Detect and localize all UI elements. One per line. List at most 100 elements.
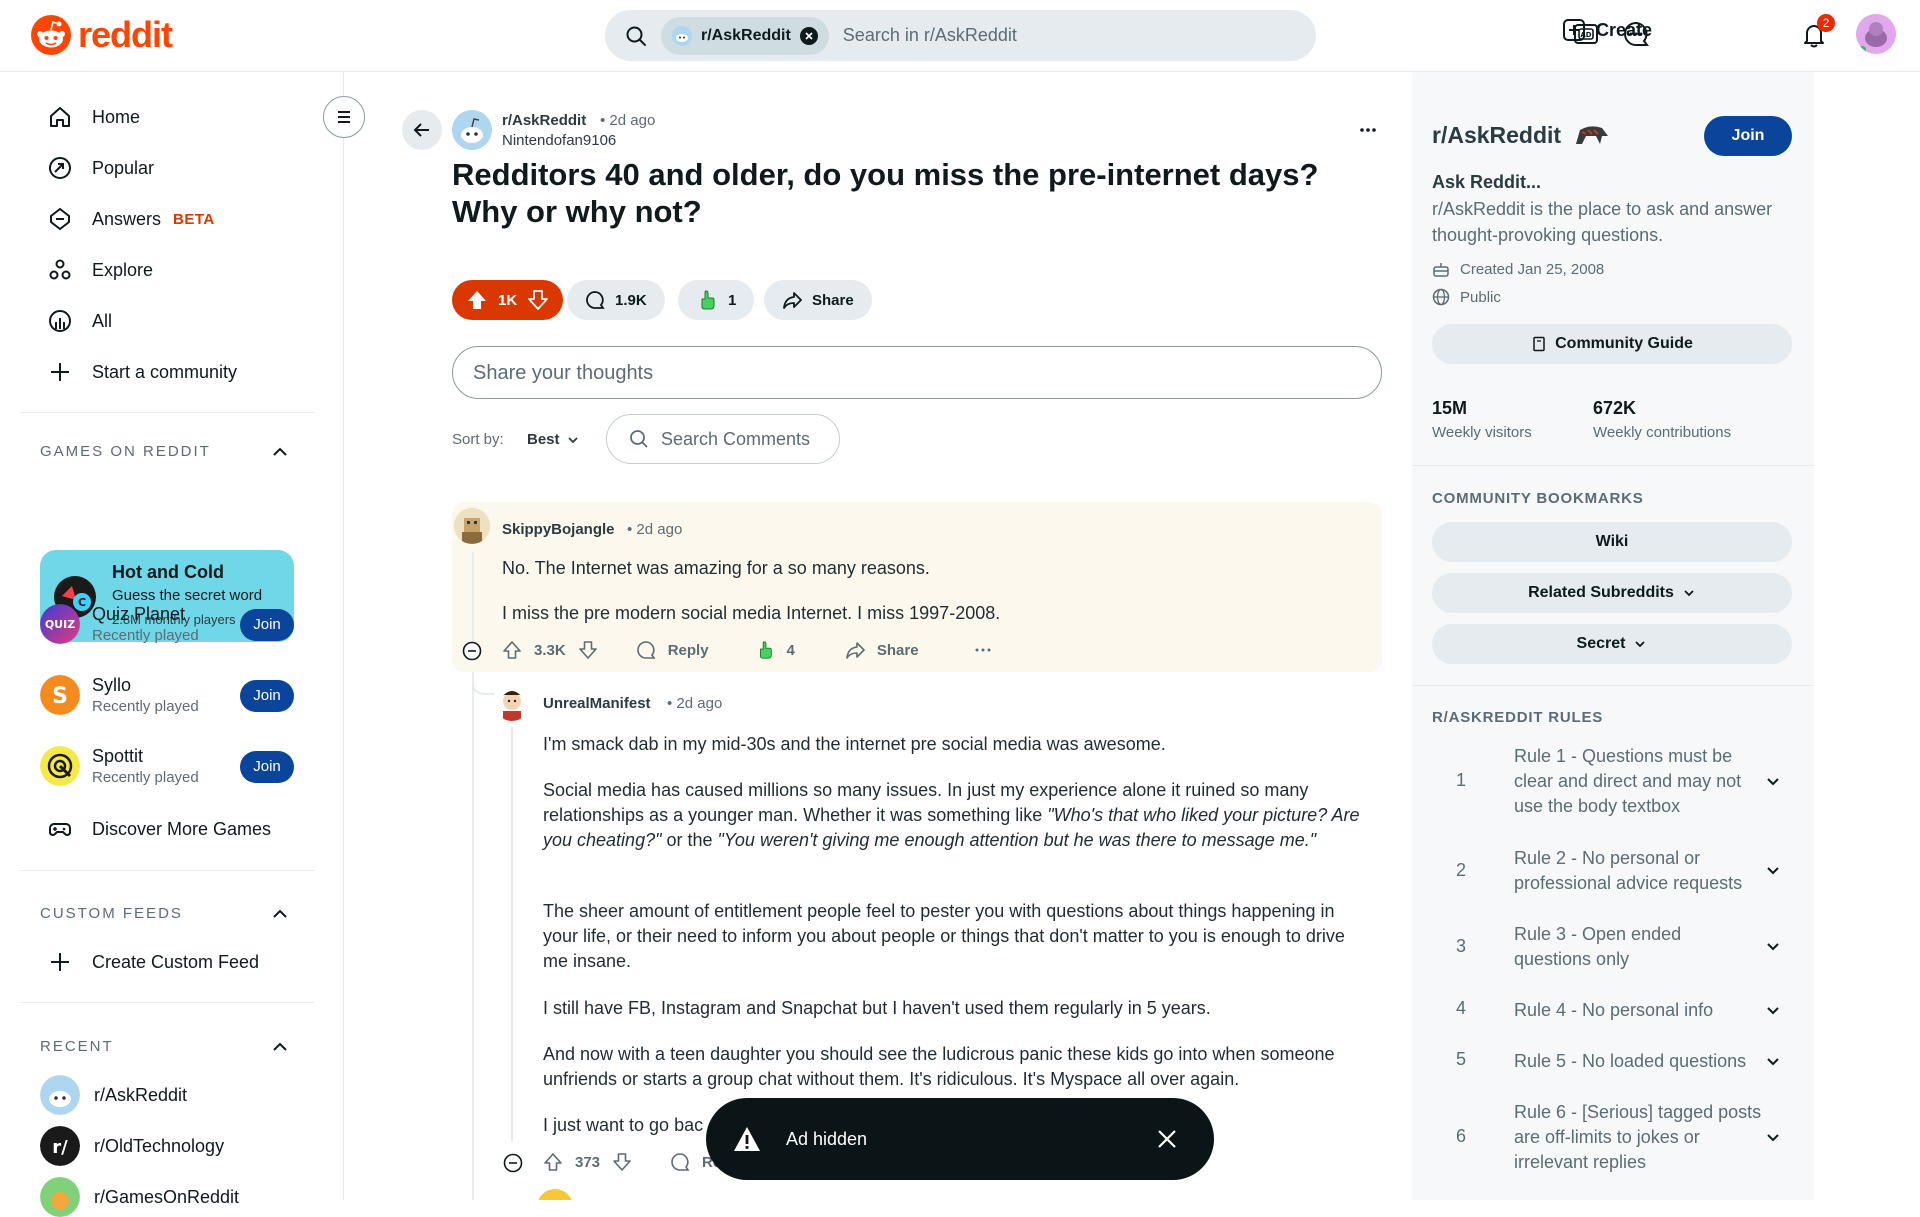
nav-popular-label: Popular [92,157,155,178]
nav-popular[interactable]: Popular [48,156,154,180]
reply-icon[interactable] [670,1152,690,1172]
more-options-icon[interactable] [973,640,993,660]
more-options-icon[interactable] [1358,120,1378,140]
plus-icon [51,953,69,971]
nav-all[interactable]: All [48,309,112,333]
nav-explore[interactable]: Explore [48,258,153,282]
askreddit-icon [40,1075,80,1115]
chevron-up-icon[interactable] [270,1037,290,1057]
chevron-down-icon [1635,641,1646,648]
svg-text:S: S [52,684,68,709]
share-label[interactable]: Share [877,642,919,659]
game-syllo[interactable]: S Syllo Recently played [40,675,199,715]
comment-avatar[interactable] [454,508,490,544]
collapse-thread-icon[interactable] [462,641,482,661]
bookmark-secret[interactable]: Secret [1432,624,1792,664]
join-game-button[interactable]: Join [240,609,294,641]
recent-gamesonreddit[interactable]: r/GamesOnReddit [40,1177,239,1217]
create-post-button[interactable]: Create [1562,18,1652,42]
divider [20,1002,314,1003]
bookmarks-section-title: COMMUNITY BOOKMARKS [1432,490,1644,507]
post-author[interactable]: Nintendofan9106 [502,132,616,149]
recent-oldtechnology[interactable]: r/ r/OldTechnology [40,1126,224,1166]
game-status: Recently played [92,627,199,644]
post-share-button[interactable]: Share [764,280,872,320]
close-icon[interactable] [1156,1128,1178,1150]
join-game-button[interactable]: Join [240,680,294,712]
post-award-button[interactable]: 1 [678,280,755,320]
comment-input[interactable]: Share your thoughts [452,346,1382,399]
chevron-up-icon[interactable] [270,904,290,924]
search-icon [626,26,646,46]
comment-avatar[interactable] [494,685,530,721]
collapse-sidebar-button[interactable] [323,96,365,138]
discover-more-games[interactable]: Discover More Games [48,817,271,841]
community-guide-button[interactable]: Community Guide [1432,324,1792,364]
upvote-icon[interactable] [466,289,488,311]
toast-message: Ad hidden [786,1128,868,1149]
chevron-down-icon [1767,1058,1779,1066]
visibility-text: Public [1460,288,1501,306]
explore-icon [49,259,71,280]
rule-item[interactable]: 4 Rule 4 - No personal info [1432,998,1792,1026]
search-comments-button[interactable]: Search Comments [606,414,840,464]
community-sidebar: r/AskReddit Join Ask Reddit... r/AskRedd… [1412,72,1814,1200]
recent-askreddit[interactable]: r/AskReddit [40,1075,187,1115]
create-custom-feed[interactable]: Create Custom Feed [48,950,259,974]
downvote-icon[interactable] [527,289,549,311]
post-subreddit-link[interactable]: r/AskReddit [502,112,586,129]
all-icon [49,310,71,332]
reply-label[interactable]: Reply [668,642,709,659]
reply-icon[interactable] [636,640,656,660]
search-bar[interactable]: r/AskReddit Search in r/AskReddit [605,10,1316,61]
upvote-icon[interactable] [502,640,522,660]
rule-item[interactable]: 3 Rule 3 - Open ended questions only [1432,922,1792,974]
plus-icon [51,363,69,381]
award-hand-icon[interactable] [755,640,775,660]
subreddit-avatar[interactable] [452,110,492,150]
collapse-thread-icon[interactable] [503,1153,523,1173]
downvote-icon[interactable] [612,1152,632,1172]
comment-time-text: 2d ago [676,695,723,712]
rule-item[interactable]: 1 Rule 1 - Questions must be clear and d… [1432,744,1792,824]
sort-dropdown[interactable]: Best [527,431,580,448]
chevron-down-icon [1767,1007,1779,1015]
avatar-snoo-icon [1856,14,1896,54]
nav-start-community-label: Start a community [92,361,238,382]
game-spottit[interactable]: Spottit Recently played [40,746,199,786]
comment-username[interactable]: UnrealManifest [543,695,651,712]
game-quiz-planet[interactable]: QUIZ Quiz Planet Recently played [40,604,199,644]
bookmark-wiki[interactable]: Wiki [1432,522,1792,562]
rule-item[interactable]: 6 Rule 6 - [Serious] tagged posts are of… [1432,1100,1792,1180]
chevron-up-icon[interactable] [270,442,290,462]
syllo-icon: S [40,675,80,715]
post-award-count: 1 [728,291,737,309]
thread-line [511,727,513,1142]
beta-badge: BETA [173,210,215,228]
clear-scope-icon[interactable] [799,26,819,46]
back-button[interactable] [402,110,442,150]
answers-icon [50,207,70,231]
search-scope-chip[interactable]: r/AskReddit [661,16,829,55]
upvote-icon[interactable] [543,1152,563,1172]
join-community-button[interactable]: Join [1704,116,1792,156]
nav-home[interactable]: Home [48,105,140,129]
rule-item[interactable]: 2 Rule 2 - No personal or professional a… [1432,846,1792,898]
reddit-logo[interactable]: reddit [30,14,173,56]
nav-start-community[interactable]: Start a community [48,360,237,384]
share-icon[interactable] [845,640,865,660]
chevron-down-icon [1767,1134,1779,1142]
join-game-button[interactable]: Join [240,751,294,783]
user-avatar[interactable] [1856,14,1896,54]
community-name: r/AskReddit [1432,122,1562,148]
post-vote-control: 1K [452,280,564,320]
menu-icon [338,111,350,123]
next-comment-avatar-icon [538,1189,572,1200]
nav-answers[interactable]: Answers BETA [48,207,215,231]
bookmark-related-subreddits[interactable]: Related Subreddits [1432,573,1792,613]
post-comments-button[interactable]: 1.9K [567,280,665,320]
comment-paragraph: I'm smack dab in my mid-30s and the inte… [543,734,1166,754]
rule-item[interactable]: 5 Rule 5 - No loaded questions [1432,1049,1792,1077]
downvote-icon[interactable] [578,640,598,660]
comment-username[interactable]: SkippyBojangle [502,521,615,538]
